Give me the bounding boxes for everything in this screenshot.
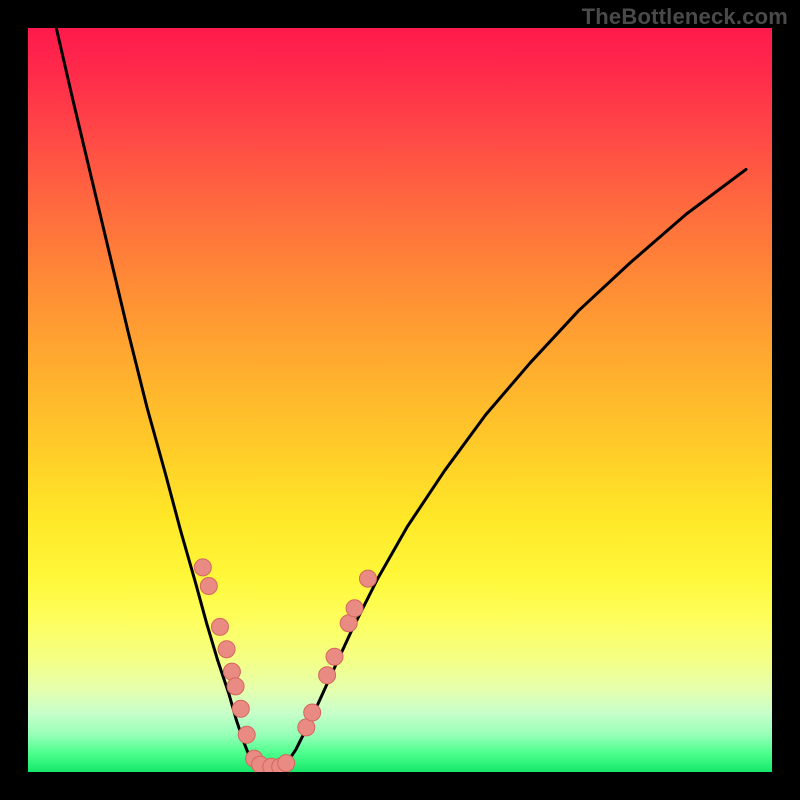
- data-point-marker: [223, 663, 240, 680]
- data-point-marker: [319, 667, 336, 684]
- plot-area: [28, 28, 772, 772]
- data-point-marker: [194, 559, 211, 576]
- chart-svg: [28, 28, 772, 772]
- bottleneck-curve: [56, 28, 746, 770]
- data-point-marker: [200, 578, 217, 595]
- data-point-marker: [326, 648, 343, 665]
- marker-layer: [194, 559, 376, 772]
- chart-frame: TheBottleneck.com: [0, 0, 800, 800]
- data-point-marker: [227, 678, 244, 695]
- data-point-marker: [304, 704, 321, 721]
- data-point-marker: [360, 570, 377, 587]
- watermark-text: TheBottleneck.com: [582, 4, 788, 30]
- data-point-marker: [238, 726, 255, 743]
- data-point-marker: [212, 618, 229, 635]
- data-point-marker: [232, 700, 249, 717]
- data-point-marker: [346, 600, 363, 617]
- data-point-marker: [278, 755, 295, 772]
- data-point-marker: [218, 641, 235, 658]
- curve-layer: [56, 28, 746, 770]
